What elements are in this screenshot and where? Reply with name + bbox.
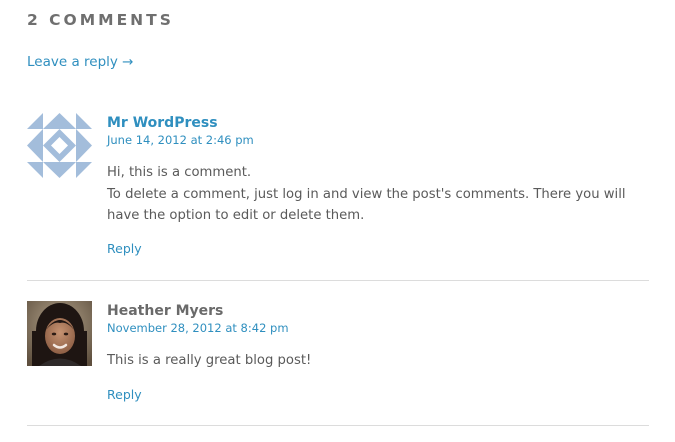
user-photo-avatar-icon-graphic	[27, 301, 92, 366]
comment-author-link[interactable]: Mr WordPress	[107, 114, 652, 132]
reply-button[interactable]: Reply	[107, 387, 142, 402]
comment-text: Hi, this is a comment. To delete a comme…	[107, 162, 652, 227]
comment-divider	[27, 425, 649, 426]
comment-text: This is a really great blog post!	[107, 350, 652, 372]
comment-item: Heather Myers November 28, 2012 at 8:42 …	[27, 301, 649, 426]
comment-date-link[interactable]: June 14, 2012 at 2:46 pm	[107, 133, 652, 148]
comments-title: 2 COMMENTS	[27, 11, 174, 29]
comment-paragraph: This is a really great blog post!	[107, 353, 312, 368]
identicon-avatar-icon[interactable]	[27, 113, 92, 178]
comment-paragraph: Hi, this is a comment.	[107, 165, 252, 180]
user-photo-avatar-icon[interactable]	[27, 301, 92, 366]
comment-date-link[interactable]: November 28, 2012 at 8:42 pm	[107, 321, 652, 336]
comment-body: Mr WordPress June 14, 2012 at 2:46 pm Hi…	[107, 113, 652, 227]
comment-paragraph: To delete a comment, just log in and vie…	[107, 186, 626, 224]
comment-item: Mr WordPress June 14, 2012 at 2:46 pm Hi…	[27, 113, 649, 281]
reply-button[interactable]: Reply	[107, 241, 142, 256]
comment-author-name: Heather Myers	[107, 303, 224, 319]
comment-divider	[27, 280, 649, 281]
leave-reply-link[interactable]: Leave a reply →	[27, 54, 133, 70]
comment-body: Heather Myers November 28, 2012 at 8:42 …	[107, 301, 652, 372]
identicon-avatar-icon-graphic	[27, 113, 92, 178]
